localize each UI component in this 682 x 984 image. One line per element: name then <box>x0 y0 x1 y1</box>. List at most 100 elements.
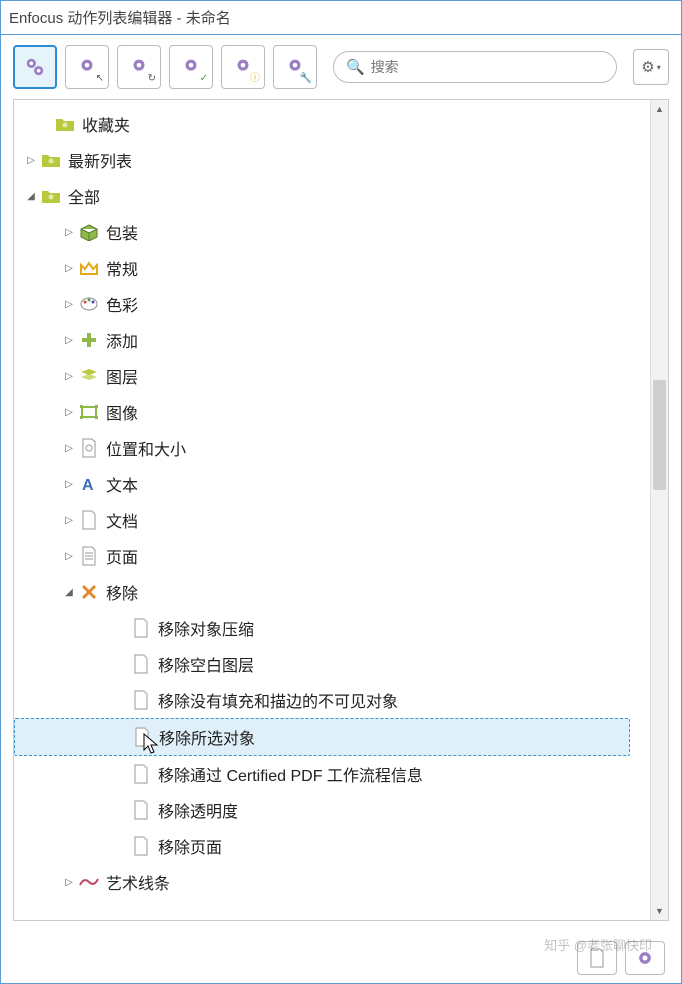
plus-icon <box>78 330 100 350</box>
tree-label: 页面 <box>106 544 138 568</box>
vertical-scrollbar[interactable]: ▲ ▼ <box>650 100 668 920</box>
tree-remove-empty-layers[interactable]: 移除空白图层 <box>14 646 650 682</box>
page-icon <box>131 727 153 747</box>
tree-label: 移除页面 <box>158 834 222 858</box>
tree-document[interactable]: ▷ 文档 <box>14 502 650 538</box>
tree-label: 添加 <box>106 328 138 352</box>
tree-remove[interactable]: ◢ 移除 <box>14 574 650 610</box>
scroll-thumb[interactable] <box>653 380 666 490</box>
tree-arrow-icon: ▷ <box>62 335 76 346</box>
settings-menu-button[interactable]: ⚙▾ <box>633 49 669 85</box>
window-titlebar: Enfocus 动作列表编辑器 - 未命名 <box>1 1 681 35</box>
tool-gear-cursor-button[interactable]: ↖ <box>65 45 109 89</box>
tree-position-size[interactable]: ▷ 位置和大小 <box>14 430 650 466</box>
tree-layers[interactable]: ▷ 图层 <box>14 358 650 394</box>
tree-label: 文档 <box>106 508 138 532</box>
tree-arrow-icon: ▷ <box>62 299 76 310</box>
tree-remove-transparency[interactable]: 移除透明度 <box>14 792 650 828</box>
tree-all[interactable]: ◢ 全部 <box>14 178 650 214</box>
tool-gear-wrench-button[interactable]: 🔧 <box>273 45 317 89</box>
search-box[interactable]: 🔍 <box>333 51 617 83</box>
tree-add[interactable]: ▷ 添加 <box>14 322 650 358</box>
watermark: 知乎 @老张聊快印 <box>544 935 652 954</box>
tool-gear-refresh-button[interactable]: ↻ <box>117 45 161 89</box>
scroll-down-icon[interactable]: ▼ <box>651 902 668 920</box>
tree-arrow-icon: ▷ <box>62 443 76 454</box>
art-icon <box>78 872 100 892</box>
tree-arrow-icon: ▷ <box>24 155 38 166</box>
search-icon: 🔍 <box>346 58 365 76</box>
tool-gear-info-button[interactable]: ⓘ <box>221 45 265 89</box>
tree-label: 移除对象压缩 <box>158 616 254 640</box>
tree-remove-page[interactable]: 移除页面 <box>14 828 650 864</box>
tree-remove-invisible[interactable]: 移除没有填充和描边的不可见对象 <box>14 682 650 718</box>
gear-icon: ⚙ <box>641 58 654 76</box>
tree-label: 收藏夹 <box>82 112 130 136</box>
tree-label: 文本 <box>106 472 138 496</box>
toolbar: ↖ ↻ ✓ ⓘ 🔧 🔍 ⚙▾ <box>1 35 681 99</box>
tree-favorites[interactable]: 收藏夹 <box>14 106 650 142</box>
page-icon <box>130 690 152 710</box>
page-icon <box>78 510 100 530</box>
search-input[interactable] <box>371 59 604 75</box>
text-icon: A <box>78 474 100 494</box>
cursor-sub-icon: ↖ <box>96 73 104 84</box>
scroll-up-icon[interactable]: ▲ <box>651 100 668 118</box>
tree-text[interactable]: ▷ A 文本 <box>14 466 650 502</box>
page-icon <box>130 654 152 674</box>
folder-icon <box>40 150 62 170</box>
tree-label: 移除所选对象 <box>159 725 255 749</box>
tree-label: 图像 <box>106 400 138 424</box>
tree-page[interactable]: ▷ 页面 <box>14 538 650 574</box>
tool-actions-button[interactable] <box>13 45 57 89</box>
tree-arrow-icon: ▷ <box>62 227 76 238</box>
tree-arrow-icon: ▷ <box>62 479 76 490</box>
x-icon <box>78 582 100 602</box>
tree-label: 移除透明度 <box>158 798 238 822</box>
check-sub-icon: ✓ <box>200 73 208 84</box>
tree-arrow-icon: ▷ <box>62 515 76 526</box>
tree-label: 图层 <box>106 364 138 388</box>
page-icon <box>130 764 152 784</box>
tree-remove-certified[interactable]: 移除通过 Certified PDF 工作流程信息 <box>14 756 650 792</box>
tree-arrow-icon: ▷ <box>62 877 76 888</box>
tree-remove-compression[interactable]: 移除对象压缩 <box>14 610 650 646</box>
page-icon <box>130 836 152 856</box>
tree-label: 色彩 <box>106 292 138 316</box>
tree-label: 位置和大小 <box>106 436 186 460</box>
tree-label: 移除空白图层 <box>158 652 254 676</box>
tree-remove-selected[interactable]: 移除所选对象 <box>14 718 630 756</box>
info-sub-icon: ⓘ <box>250 69 260 84</box>
tree-packaging[interactable]: ▷ 包装 <box>14 214 650 250</box>
content-area: 收藏夹 ▷ 最新列表 ◢ 全部 ▷ 包装 ▷ 常规 <box>13 99 669 921</box>
tree-arrow-icon: ▷ <box>62 263 76 274</box>
tree-color[interactable]: ▷ 色彩 <box>14 286 650 322</box>
crown-icon <box>78 258 100 278</box>
tree-arrow-icon: ▷ <box>62 551 76 562</box>
tree-art-lines[interactable]: ▷ 艺术线条 <box>14 864 650 900</box>
tree-arrow-expanded-icon: ◢ <box>62 587 76 598</box>
window-title: Enfocus 动作列表编辑器 - 未命名 <box>9 10 231 27</box>
tree-general[interactable]: ▷ 常规 <box>14 250 650 286</box>
tree-arrow-expanded-icon: ◢ <box>24 191 38 202</box>
page-icon <box>130 618 152 638</box>
tree-label: 最新列表 <box>68 148 132 172</box>
tree-label: 全部 <box>68 184 100 208</box>
tree-label: 常规 <box>106 256 138 280</box>
folder-icon <box>54 114 76 134</box>
layers-icon <box>78 366 100 386</box>
folder-icon <box>40 186 62 206</box>
tree-image[interactable]: ▷ 图像 <box>14 394 650 430</box>
tree-label: 移除通过 Certified PDF 工作流程信息 <box>158 762 423 786</box>
page-lines-icon <box>78 546 100 566</box>
tree-label: 移除没有填充和描边的不可见对象 <box>158 688 398 712</box>
tree-label: 移除 <box>106 580 138 604</box>
page-icon <box>130 800 152 820</box>
tree-label: 艺术线条 <box>106 870 170 894</box>
tree-recent[interactable]: ▷ 最新列表 <box>14 142 650 178</box>
wrench-sub-icon: 🔧 <box>300 73 312 84</box>
action-tree[interactable]: 收藏夹 ▷ 最新列表 ◢ 全部 ▷ 包装 ▷ 常规 <box>14 100 650 920</box>
tree-label: 包装 <box>106 220 138 244</box>
tool-gear-check-button[interactable]: ✓ <box>169 45 213 89</box>
tree-arrow-icon: ▷ <box>62 371 76 382</box>
